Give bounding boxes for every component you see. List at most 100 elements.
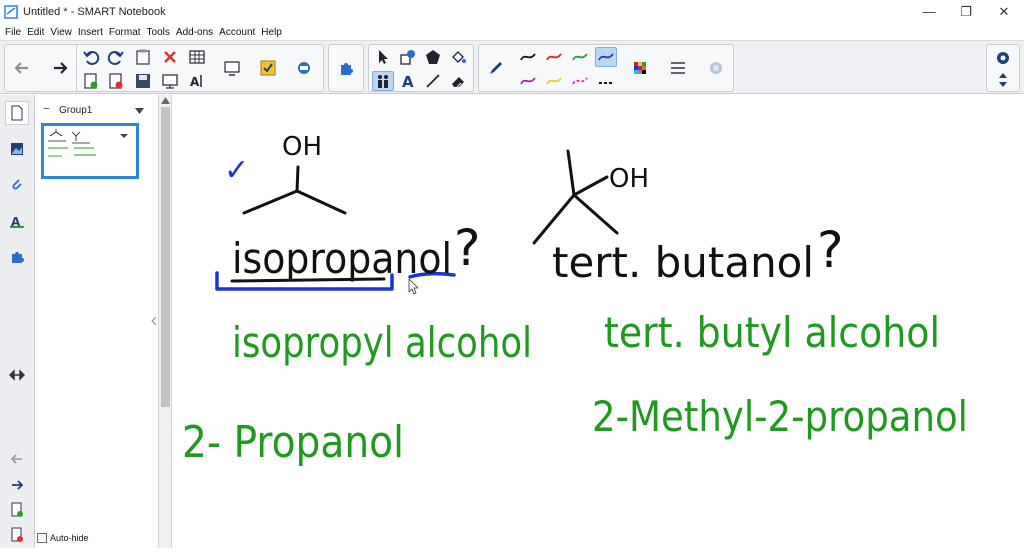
oh-label-right: OH bbox=[609, 164, 649, 194]
response-button[interactable] bbox=[257, 58, 279, 78]
pen-yellow[interactable] bbox=[543, 71, 565, 91]
pen-properties-group bbox=[478, 44, 734, 92]
edit-group: A bbox=[76, 44, 324, 92]
line-style-icon bbox=[671, 62, 685, 74]
arrow-right-icon bbox=[54, 62, 68, 74]
text-recognition-button[interactable]: A bbox=[186, 71, 208, 91]
ink-layer: ✓ OH OH isopropanol ? tert. butanol ? is… bbox=[182, 132, 968, 468]
menu-file[interactable]: File bbox=[5, 27, 21, 38]
menu-help[interactable]: Help bbox=[261, 27, 282, 38]
thumbnail-preview bbox=[48, 129, 128, 157]
previous-page-button[interactable] bbox=[11, 58, 33, 78]
left-right-arrow-icon bbox=[9, 369, 25, 381]
pen-stroke-purple-icon bbox=[520, 77, 536, 85]
eraser-tool[interactable] bbox=[447, 71, 469, 91]
menu-format[interactable]: Format bbox=[109, 27, 141, 38]
magic-pen-tool[interactable] bbox=[372, 71, 394, 91]
pen-purple[interactable] bbox=[517, 71, 539, 91]
eraser-icon bbox=[452, 77, 464, 88]
pen-magenta[interactable] bbox=[569, 71, 591, 91]
select-tool[interactable] bbox=[372, 47, 394, 67]
group-collapse-button[interactable]: − bbox=[43, 103, 49, 115]
addons-button[interactable] bbox=[335, 58, 357, 78]
undo-button[interactable] bbox=[80, 47, 102, 67]
redo-button[interactable] bbox=[105, 47, 127, 67]
title-bar: Untitled * - SMART Notebook — ❐ ✕ bbox=[0, 0, 1024, 24]
checkbox-box[interactable] bbox=[37, 533, 47, 543]
arrow-left-icon bbox=[14, 62, 28, 74]
pen-stroke-yellow-icon bbox=[546, 77, 562, 85]
widgets-icon bbox=[298, 62, 310, 74]
menu-view[interactable]: View bbox=[50, 27, 72, 38]
delete-button[interactable] bbox=[159, 47, 181, 67]
pen-stroke-green-icon bbox=[572, 53, 588, 61]
scroll-up-icon[interactable] bbox=[161, 97, 170, 104]
line-style-button[interactable] bbox=[667, 58, 689, 78]
next-page-button[interactable] bbox=[49, 58, 71, 78]
text-tool[interactable]: A bbox=[397, 71, 419, 91]
pen-icon bbox=[490, 62, 502, 74]
pen-stroke-black-icon bbox=[520, 53, 536, 61]
name-tert-butanol: tert. butanol bbox=[552, 238, 814, 287]
line-tool[interactable] bbox=[422, 71, 444, 91]
delete-page-button[interactable] bbox=[105, 71, 127, 91]
color-palette-button[interactable] bbox=[629, 58, 651, 78]
move-sidebar-button[interactable] bbox=[5, 363, 29, 387]
table-button[interactable] bbox=[186, 47, 208, 67]
page-icon bbox=[11, 105, 23, 121]
fill-tool[interactable] bbox=[447, 47, 469, 67]
sidebar-prev-page[interactable] bbox=[5, 447, 29, 471]
side-tab-bar: A bbox=[0, 95, 35, 548]
properties-icon: A bbox=[10, 215, 24, 229]
screen-shade-icon bbox=[162, 74, 178, 89]
pen-tool[interactable] bbox=[485, 58, 507, 78]
gallery-tab[interactable] bbox=[5, 137, 29, 161]
sidebar-next-page[interactable] bbox=[5, 473, 29, 497]
minimize-button[interactable]: — bbox=[921, 4, 937, 20]
pen-black[interactable] bbox=[517, 47, 539, 67]
attachments-tab[interactable] bbox=[5, 173, 29, 197]
pen-dashed[interactable] bbox=[595, 71, 617, 91]
pen-green[interactable] bbox=[569, 47, 591, 67]
screen-capture-button[interactable] bbox=[221, 58, 243, 78]
scrollbar-thumb[interactable] bbox=[161, 107, 170, 407]
settings-button[interactable] bbox=[992, 48, 1014, 68]
maximize-button[interactable]: ❐ bbox=[958, 4, 974, 20]
page-sorter-tab[interactable] bbox=[5, 101, 29, 125]
widgets-button[interactable] bbox=[293, 58, 315, 78]
paste-button[interactable] bbox=[132, 47, 154, 67]
undo-icon bbox=[83, 51, 100, 65]
collapse-panel-icon[interactable] bbox=[151, 317, 157, 325]
sidebar-delete-page[interactable] bbox=[5, 523, 29, 547]
menu-edit[interactable]: Edit bbox=[27, 27, 44, 38]
page-thumbnail[interactable] bbox=[41, 123, 139, 179]
svg-text:A: A bbox=[190, 75, 200, 89]
pen-red[interactable] bbox=[543, 47, 565, 67]
menu-addons[interactable]: Add-ons bbox=[176, 27, 213, 38]
color-palette-icon bbox=[634, 62, 646, 74]
properties-tab[interactable]: A bbox=[5, 209, 29, 233]
auto-hide-checkbox[interactable]: Auto-hide bbox=[37, 533, 89, 543]
menu-account[interactable]: Account bbox=[219, 27, 255, 38]
menu-insert[interactable]: Insert bbox=[78, 27, 103, 38]
pen-stroke-blue-icon bbox=[598, 53, 614, 61]
addons-tab[interactable] bbox=[5, 245, 29, 269]
gallery-icon bbox=[11, 143, 23, 155]
toolbar-position-button[interactable] bbox=[992, 70, 1014, 90]
pen-blue[interactable] bbox=[595, 47, 617, 67]
chevron-down-icon[interactable] bbox=[135, 108, 144, 114]
transparency-button[interactable] bbox=[705, 58, 727, 78]
people-icon bbox=[378, 75, 388, 88]
shapes-tool[interactable] bbox=[397, 47, 419, 67]
page-panel-scrollbar[interactable] bbox=[151, 95, 172, 548]
regular-polygons-tool[interactable] bbox=[422, 47, 444, 67]
new-page-button[interactable] bbox=[80, 71, 102, 91]
close-button[interactable]: ✕ bbox=[996, 4, 1012, 20]
sidebar-add-page[interactable] bbox=[5, 498, 29, 522]
save-button[interactable] bbox=[132, 71, 154, 91]
whiteboard-canvas[interactable]: ✓ OH OH isopropanol ? tert. butanol ? is… bbox=[172, 95, 1024, 548]
add-page-icon bbox=[11, 502, 23, 517]
menu-tools[interactable]: Tools bbox=[147, 27, 170, 38]
screen-shade-button[interactable] bbox=[159, 71, 181, 91]
tert-butanol-structure bbox=[532, 149, 619, 245]
